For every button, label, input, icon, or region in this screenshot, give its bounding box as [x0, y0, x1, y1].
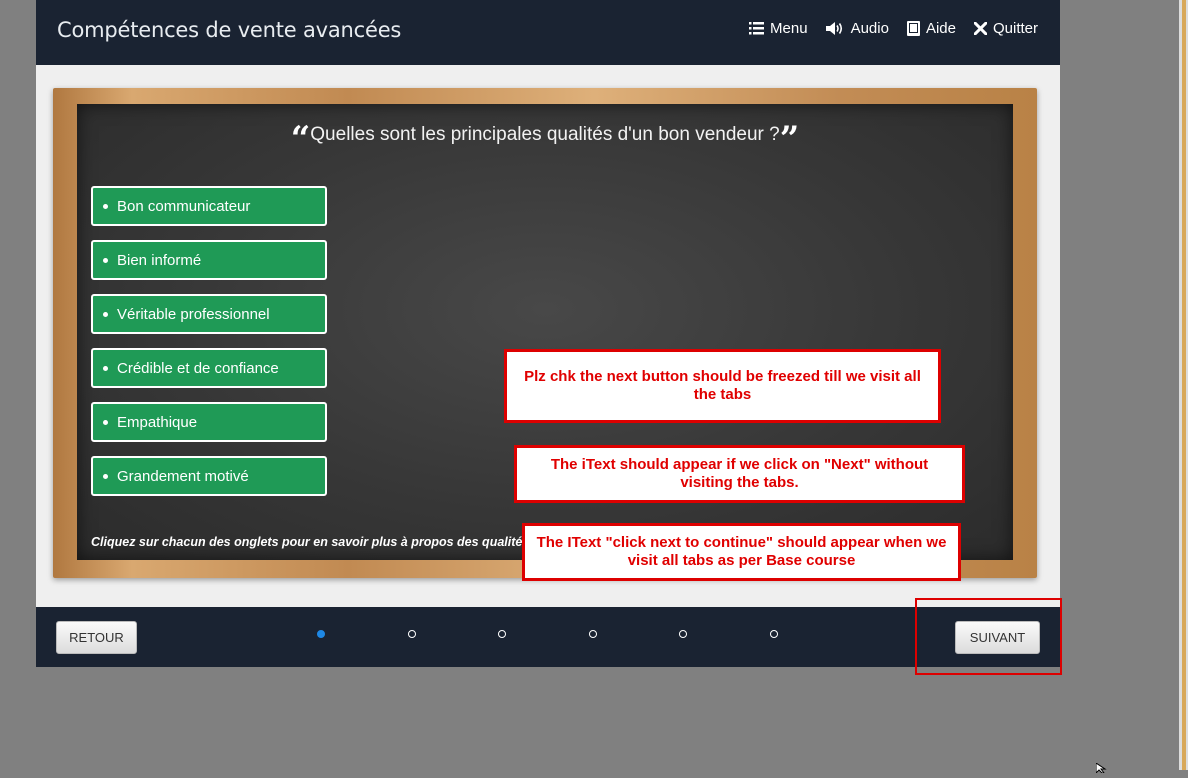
bullet-icon: [103, 473, 108, 479]
tab-label: Bien informé: [117, 251, 202, 269]
review-annotation-2: The iText should appear if we click on "…: [514, 445, 965, 503]
bullet-icon: [103, 419, 108, 425]
question-heading: “Quelles sont les principales qualités d…: [77, 122, 1013, 156]
open-quote-icon: “: [290, 119, 311, 159]
header-nav: Menu Audio Aide Quitter: [749, 20, 1038, 37]
back-button[interactable]: RETOUR: [56, 621, 137, 654]
tab-label: Crédible et de confiance: [117, 359, 279, 377]
close-quote-icon: ”: [779, 119, 800, 159]
quit-label: Quitter: [992, 20, 1038, 37]
page-dot-4[interactable]: [588, 630, 597, 638]
bullet-icon: [103, 257, 108, 263]
speaker-icon: [825, 21, 845, 36]
bullet-icon: [103, 365, 108, 371]
question-text: Quelles sont les principales qualités d'…: [310, 124, 780, 145]
menu-label: Menu: [770, 20, 808, 37]
review-annotation-1: Plz chk the next button should be freeze…: [504, 349, 941, 423]
mouse-cursor-icon: [1095, 760, 1108, 778]
course-title: Compétences de vente avancées: [57, 18, 402, 42]
tab-bien-informe[interactable]: Bien informé: [91, 240, 327, 280]
menu-icon: [749, 22, 765, 35]
tab-label: Bon communicateur: [117, 197, 251, 215]
review-annotation-3: The IText "click next to continue" shoul…: [522, 523, 961, 581]
tab-credible-et-de-confiance[interactable]: Crédible et de confiance: [91, 348, 327, 388]
audio-label: Audio: [850, 20, 889, 37]
page-dot-5[interactable]: [679, 630, 687, 638]
close-icon: [973, 22, 987, 35]
page-dot-3[interactable]: [498, 630, 506, 638]
page-dot-1[interactable]: [317, 630, 325, 638]
next-button-highlight: [915, 598, 1062, 675]
help-label: Aide: [925, 20, 956, 37]
bullet-icon: [103, 203, 108, 209]
tab-grandement-motive[interactable]: Grandement motivé: [91, 456, 327, 496]
tab-bon-communicateur[interactable]: Bon communicateur: [91, 186, 327, 226]
tab-label: Grandement motivé: [117, 467, 249, 485]
bullet-icon: [103, 311, 108, 317]
quit-button[interactable]: Quitter: [973, 20, 1038, 37]
tab-veritable-professionnel[interactable]: Véritable professionnel: [91, 294, 327, 334]
page-dot-6[interactable]: [769, 630, 778, 638]
menu-button[interactable]: Menu: [749, 20, 808, 37]
book-icon: [906, 21, 920, 36]
tab-label: Véritable professionnel: [117, 305, 270, 323]
audio-button[interactable]: Audio: [825, 20, 889, 37]
window-edge: [1179, 0, 1188, 770]
instruction-text: Cliquez sur chacun des onglets pour en s…: [91, 535, 541, 549]
course-header: Compétences de vente avancées Menu Audio…: [36, 0, 1060, 65]
chalkboard-frame: “Quelles sont les principales qualités d…: [53, 88, 1037, 578]
tab-empathique[interactable]: Empathique: [91, 402, 327, 442]
tab-label: Empathique: [117, 413, 198, 431]
quality-tabs: Bon communicateur Bien informé Véritable…: [91, 186, 327, 510]
help-button[interactable]: Aide: [906, 20, 956, 37]
course-footer: RETOUR SUIVANT: [36, 607, 1060, 667]
page-dot-2[interactable]: [407, 630, 416, 638]
page-indicator: [317, 630, 860, 638]
